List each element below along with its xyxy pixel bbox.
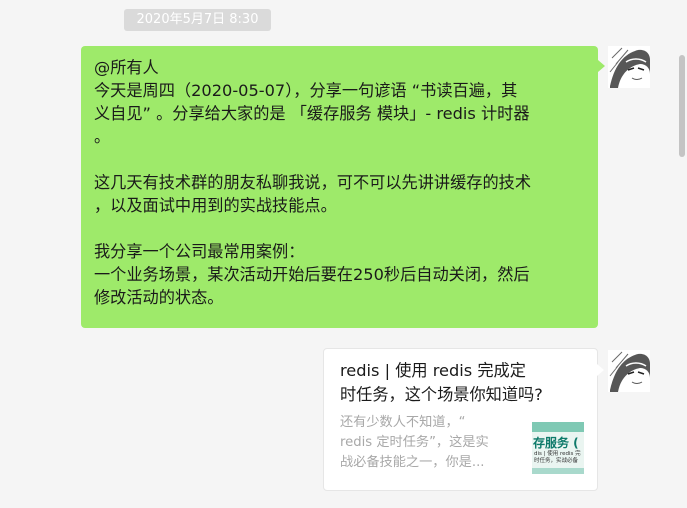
article-link-card[interactable]: redis | 使用 redis 完成定 时任务，这个场景你知道吗? 还有少数人… bbox=[323, 348, 604, 491]
sender-avatar[interactable] bbox=[608, 46, 650, 88]
card-title-line: 时任务，这个场景你知道吗? bbox=[340, 385, 543, 404]
user-avatar-sketch-icon bbox=[608, 46, 650, 88]
text-message-bubble[interactable]: @所有人 今天是周四（2020-05-07），分享一句谚语 “书读百遍，其 义自… bbox=[81, 46, 605, 328]
thumb-subtitle-line: dis | 使用 redis 完 bbox=[534, 451, 581, 457]
card-description: 还有少数人不知道，“ redis 定时任务”，这是实 战必备技能之一，你是... bbox=[340, 413, 522, 473]
message-line: ，以及面试中用到的实战技能点。 bbox=[94, 196, 337, 215]
message-line: 义自见” 。分享给大家的是 「缓存服务 模块」- redis 计时器 bbox=[94, 104, 530, 123]
thumb-footer-band bbox=[532, 468, 584, 474]
message-line: 这几天有技术群的朋友私聊我说，可不可以先讲讲缓存的技术 bbox=[94, 173, 532, 192]
card-desc-line: 战必备技能之一，你是... bbox=[340, 455, 485, 470]
bubble-tail bbox=[598, 60, 605, 72]
message-line: 修改活动的状态。 bbox=[94, 288, 224, 307]
bubble-tail bbox=[597, 364, 604, 376]
thumb-header-band bbox=[532, 422, 584, 432]
scrollbar-thumb[interactable] bbox=[679, 55, 685, 157]
message-line: 今天是周四（2020-05-07），分享一句谚语 “书读百遍，其 bbox=[94, 81, 518, 100]
message-line: @所有人 bbox=[94, 58, 159, 77]
card-desc-line: redis 定时任务”，这是实 bbox=[340, 435, 489, 450]
card-title-line: redis | 使用 redis 完成定 bbox=[340, 361, 526, 380]
thumb-subtitle: dis | 使用 redis 完 时任务，实战必备 bbox=[534, 451, 581, 465]
sender-avatar[interactable] bbox=[608, 350, 650, 392]
thumb-subtitle-line: 时任务，实战必备 bbox=[534, 458, 579, 464]
card-desc-line: 还有少数人不知道，“ bbox=[340, 415, 466, 430]
message-line: 我分享一个公司最常用案例： bbox=[94, 242, 305, 261]
thumb-title: 存服务 ( bbox=[533, 436, 579, 450]
message-line: 。 bbox=[94, 127, 111, 146]
user-avatar-sketch-icon bbox=[608, 350, 650, 392]
message-timestamp: 2020年5月7日 8:30 bbox=[124, 9, 271, 31]
chat-window: 2020年5月7日 8:30 @所有人 今天是周四（2020-05-07），分享… bbox=[0, 0, 687, 508]
card-thumbnail: 存服务 ( dis | 使用 redis 完 时任务，实战必备 bbox=[532, 422, 584, 474]
card-title: redis | 使用 redis 完成定 时任务，这个场景你知道吗? bbox=[340, 359, 585, 407]
chat-scrollbar[interactable] bbox=[677, 0, 687, 508]
message-line: 一个业务场景，某次活动开始后要在250秒后自动关闭，然后 bbox=[94, 265, 530, 284]
